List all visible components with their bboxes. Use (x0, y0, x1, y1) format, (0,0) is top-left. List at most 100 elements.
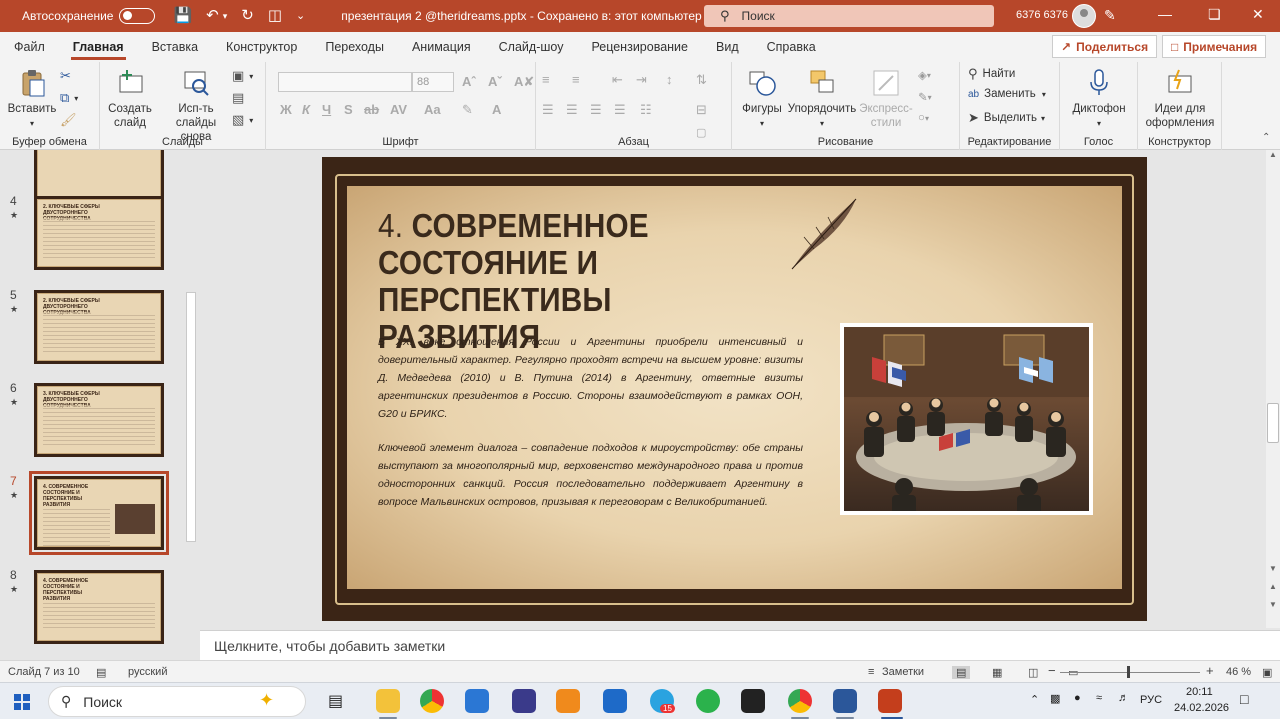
powerpoint-icon[interactable] (878, 689, 902, 713)
shape-effects-icon[interactable]: ○ ▾ (918, 112, 929, 124)
store-icon[interactable] (465, 689, 489, 713)
prev-slide-icon[interactable]: ▲ (1269, 582, 1277, 591)
align-center-icon[interactable]: ☰ (566, 102, 578, 118)
shrink-font-icon[interactable]: Aˇ (488, 74, 502, 89)
columns-icon[interactable]: ☷ (640, 102, 652, 118)
chrome-icon[interactable] (420, 689, 444, 713)
select-button[interactable]: ➤ Выделить ▾ (968, 110, 1045, 126)
thumbnail-slide-7-selected[interactable]: 4. СОВРЕМЕННОЕ СОСТОЯНИЕ И ПЕРСПЕКТИВЫ Р… (29, 471, 169, 555)
copy-icon[interactable]: ⧉ ▾ (60, 90, 78, 106)
tab-slideshow[interactable]: Слайд-шоу (485, 32, 578, 62)
normal-view-icon[interactable]: ▤ (952, 666, 971, 679)
align-right-icon[interactable]: ☰ (590, 102, 602, 118)
pen-icon[interactable]: ✎ (1104, 7, 1116, 24)
tray-app-icon[interactable]: ▩ (1050, 692, 1060, 705)
paste-button[interactable]: Вставить ▾ (6, 68, 58, 131)
current-slide[interactable]: 4. СОВРЕМЕННОЕ СОСТОЯНИЕ И ПЕРСПЕКТИВЫ Р… (322, 157, 1147, 621)
slide-scroll-thumb[interactable] (1267, 403, 1279, 443)
customize-toolbar-icon[interactable]: ⌄ (296, 8, 305, 24)
scroll-up-icon[interactable]: ▲ (1269, 150, 1277, 159)
tab-design[interactable]: Конструктор (212, 32, 311, 62)
zoom-slider[interactable] (1060, 672, 1200, 673)
tab-insert[interactable]: Вставка (138, 32, 212, 62)
redo-icon[interactable]: ↻ (241, 8, 254, 24)
clear-format-icon[interactable]: A✘ (514, 74, 534, 90)
dictate-button[interactable]: Диктофон ▾ (1066, 68, 1132, 131)
strikethrough-button[interactable]: ab (364, 102, 379, 117)
slide-scrollbar[interactable]: ▲ ▼ ▲ ▼ (1266, 150, 1280, 628)
whatsapp-icon[interactable] (696, 689, 720, 713)
change-case-button[interactable]: Aa (424, 102, 441, 117)
font-color-icon[interactable]: A (492, 102, 501, 117)
language-indicator[interactable]: русский (128, 666, 167, 678)
slide-body-text[interactable]: В XXI веке отношения России и Аргентины … (378, 333, 803, 527)
windows-start-icon[interactable] (14, 694, 30, 710)
new-slide-button[interactable]: Создать слайд (106, 68, 154, 130)
justify-icon[interactable]: ☰ (614, 102, 626, 118)
collapse-ribbon-icon[interactable]: ⌃ (1262, 132, 1270, 143)
text-direction-icon[interactable]: ⇅ (696, 72, 707, 88)
autosave-toggle[interactable] (119, 8, 156, 24)
shapes-button[interactable]: Фигуры ▾ (738, 68, 786, 131)
zoom-out-button[interactable]: − (1048, 663, 1056, 678)
grow-font-icon[interactable]: Aˆ (462, 74, 476, 89)
slide-image-frame[interactable] (840, 323, 1093, 515)
tray-mic-icon[interactable]: ● (1074, 692, 1081, 704)
wifi-icon[interactable]: ≈ (1096, 692, 1102, 704)
reading-view-icon[interactable]: ◫ (1028, 666, 1038, 679)
decrease-indent-icon[interactable]: ⇤ (612, 72, 623, 88)
cut-icon[interactable]: ✂ (60, 68, 76, 84)
word-icon[interactable] (833, 689, 857, 713)
clock-time[interactable]: 20:11 (1186, 686, 1213, 698)
arrange-button[interactable]: Упорядочить ▾ (786, 68, 858, 131)
thumbnail-slide-8[interactable]: 4. СОВРЕМЕННОЕ СОСТОЯНИЕ И ПЕРСПЕКТИВЫ Р… (34, 570, 164, 644)
spellcheck-icon[interactable]: ▤ (96, 666, 106, 679)
tab-view[interactable]: Вид (702, 32, 753, 62)
share-button[interactable]: ↗ Поделиться (1052, 35, 1158, 58)
shape-outline-icon[interactable]: ✎ ▾ (918, 90, 932, 104)
replace-button[interactable]: ab Заменить ▾ (968, 88, 1046, 100)
align-text-icon[interactable]: ⊟ (696, 102, 707, 118)
font-size-box[interactable]: 88 (412, 72, 454, 92)
format-painter-icon[interactable]: 🖌 (60, 112, 82, 128)
bullets-icon[interactable]: ≡ (542, 72, 550, 87)
zoom-in-button[interactable]: + (1206, 663, 1214, 678)
tab-transitions[interactable]: Переходы (311, 32, 398, 62)
task-view-icon[interactable]: ▤ (328, 691, 343, 711)
file-explorer-icon[interactable] (376, 689, 400, 713)
photo-app-icon[interactable] (512, 689, 536, 713)
thumbnail-slide-5[interactable]: 2. КЛЮЧЕВЫЕ СФЕРЫ ДВУСТОРОННЕГО СОТРУДНИ… (34, 290, 164, 364)
minimize-icon[interactable]: — (1158, 6, 1172, 22)
align-left-icon[interactable]: ☰ (542, 102, 554, 118)
clock-date[interactable]: 24.02.2026 (1174, 702, 1229, 714)
next-slide-icon[interactable]: ▼ (1269, 600, 1277, 609)
underline-button[interactable]: Ч (322, 102, 331, 117)
maximize-icon[interactable]: ❏ (1208, 6, 1221, 23)
section-icon[interactable]: ▧ ▾ (232, 112, 253, 128)
font-name-box[interactable] (278, 72, 412, 92)
tab-review[interactable]: Рецензирование (577, 32, 702, 62)
tray-overflow-icon[interactable]: ⌃ (1030, 693, 1039, 706)
close-icon[interactable]: ✕ (1252, 6, 1264, 23)
reuse-slides-button[interactable]: Исп-ть слайды снова (164, 68, 228, 144)
taskbar-search[interactable]: ⚲ Поиск ✦ (48, 686, 306, 717)
layout-icon[interactable]: ▣ ▾ (232, 68, 253, 84)
tab-animations[interactable]: Анимация (398, 32, 485, 62)
volume-icon[interactable]: ♬ (1118, 692, 1129, 704)
zoom-level[interactable]: 46 % (1226, 666, 1251, 678)
tab-help[interactable]: Справка (753, 32, 830, 62)
tab-file[interactable]: Файл (0, 32, 59, 62)
reset-icon[interactable]: ▤ (232, 90, 249, 106)
language-indicator[interactable]: РУС (1140, 694, 1162, 706)
quick-styles-button[interactable]: Экспресс-стили (858, 68, 914, 130)
tab-home[interactable]: Главная (59, 32, 138, 62)
line-spacing-icon[interactable]: ↕ (666, 72, 673, 87)
notes-toggle-button[interactable]: Заметки (882, 666, 924, 678)
scroll-down-icon[interactable]: ▼ (1269, 564, 1277, 573)
increase-indent-icon[interactable]: ⇥ (636, 72, 647, 88)
zoom-slider-handle[interactable] (1127, 666, 1130, 678)
undo-dropdown-icon[interactable]: ▾ (223, 8, 228, 24)
design-ideas-button[interactable]: Идеи для оформления (1142, 68, 1218, 130)
thumbnail-slide-4[interactable]: 2. КЛЮЧЕВЫЕ СФЕРЫ ДВУСТОРОННЕГО СОТРУДНИ… (34, 196, 164, 270)
present-icon[interactable]: ◫ (268, 8, 282, 24)
